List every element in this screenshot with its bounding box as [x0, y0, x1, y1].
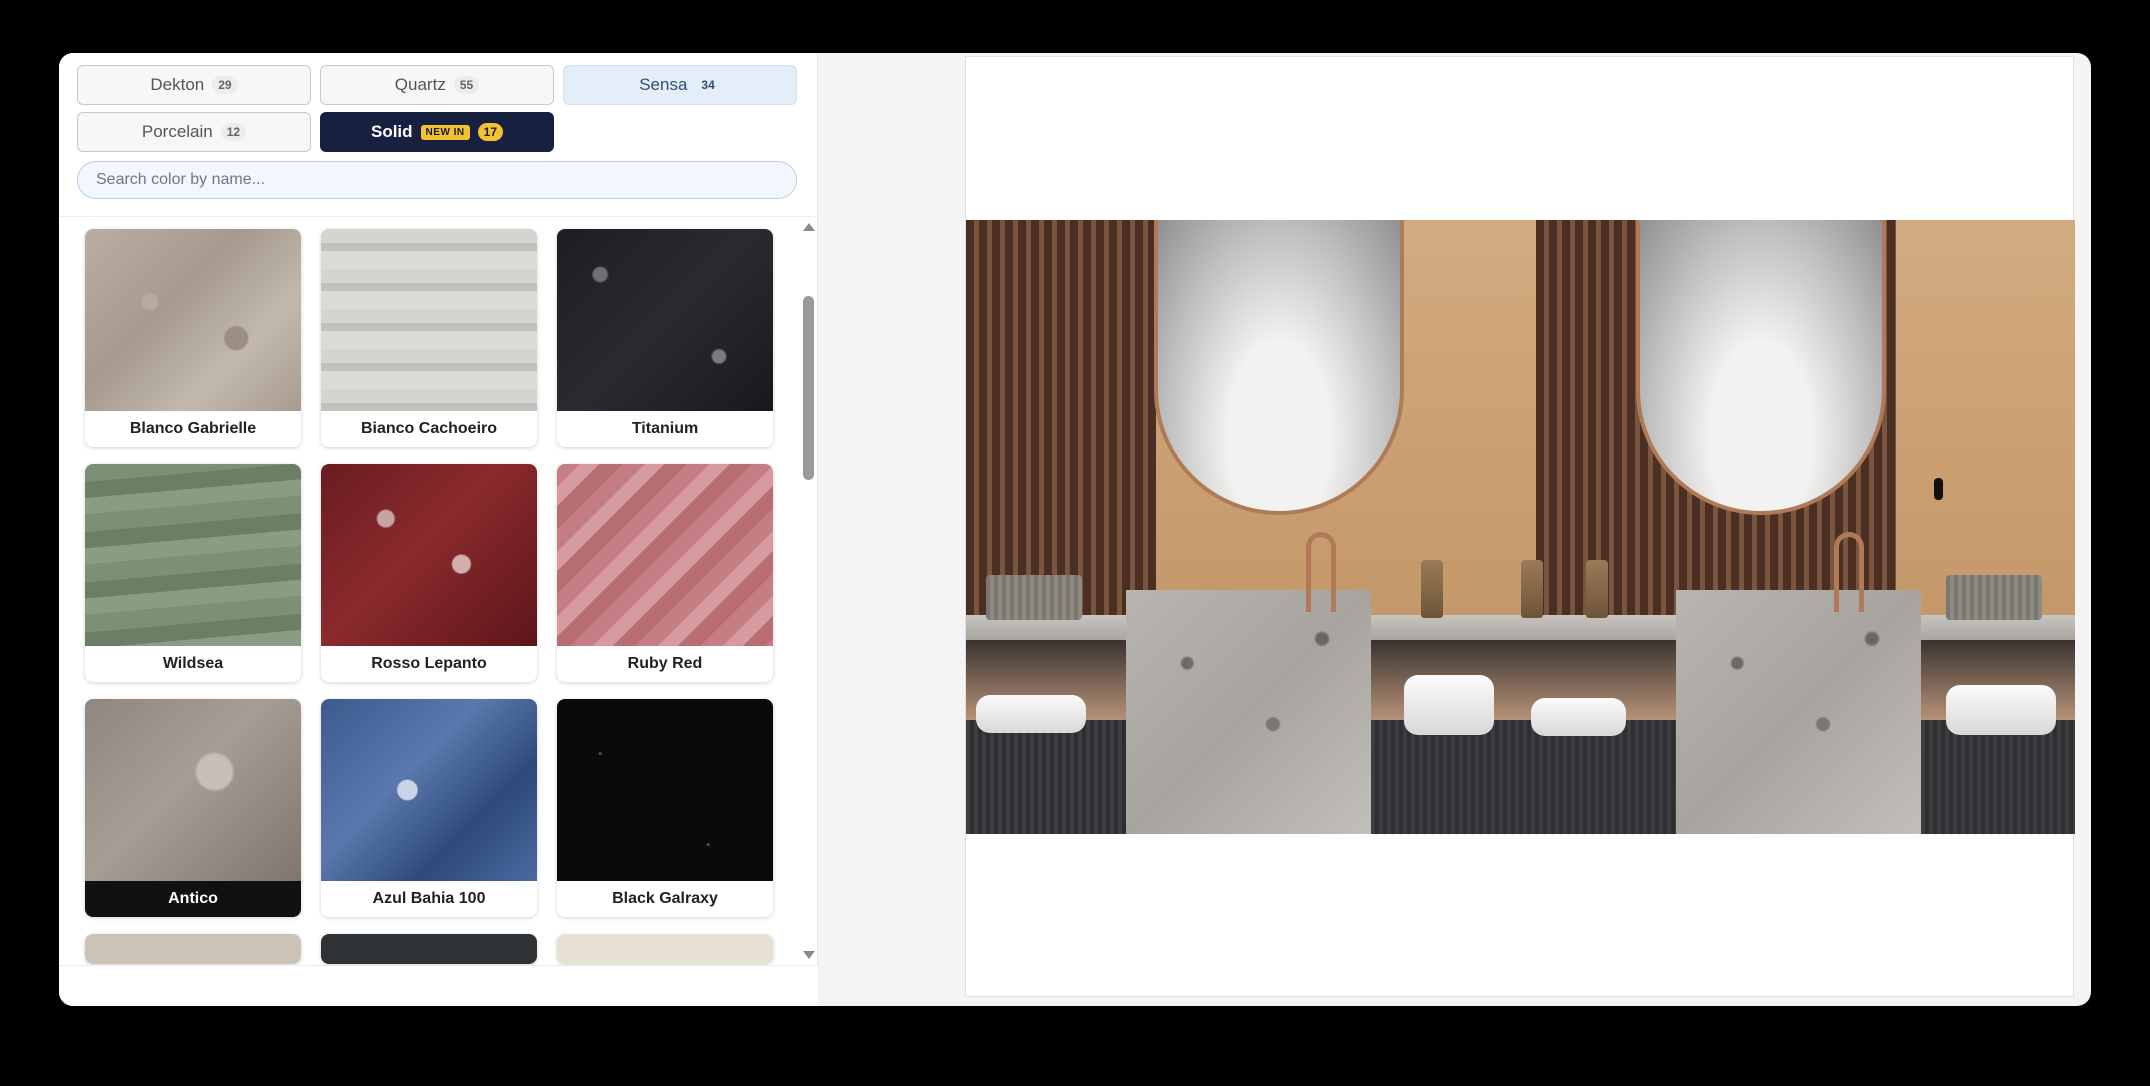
swatch-name: Rosso Lepanto: [371, 655, 487, 672]
diffuser-bottle: [1421, 560, 1443, 618]
tab-label: Porcelain: [141, 122, 213, 141]
soap-bottle: [1521, 560, 1543, 618]
tab-dekton[interactable]: Dekton 29: [77, 65, 311, 105]
swatch-name: Titanium: [631, 420, 699, 437]
material-selector-app: Dekton 29 Quartz 55 Sensa 34 Porcelain 1…: [59, 53, 2091, 1006]
swatch-name: Bianco Cachoeiro: [360, 420, 498, 437]
swatch-image: [85, 229, 301, 411]
swatch-name: Azul Bahia 100: [372, 890, 486, 907]
swatch-card[interactable]: Azul Bahia 100: [321, 699, 537, 917]
oval-mirror: [1636, 220, 1886, 515]
swatch-scrollbar[interactable]: [799, 217, 818, 965]
stone-sink-pedestal: [1676, 590, 1921, 834]
vanity-cabinet: [1921, 640, 2075, 834]
tab-count-badge: 17: [477, 123, 504, 141]
scroll-down-arrow-icon[interactable]: [803, 951, 815, 959]
swatch-name: Ruby Red: [627, 655, 703, 672]
panel-footer: [59, 965, 818, 1006]
folded-towel: [1404, 675, 1494, 735]
swatch-image: [557, 699, 773, 881]
cabinet-ribs: [966, 720, 1126, 834]
swatch-grid: Blanco Gabrielle Bianco Cachoeiro Titani…: [85, 229, 773, 964]
folded-towel: [1531, 698, 1626, 736]
swatch-card[interactable]: [85, 934, 301, 964]
search-color-input[interactable]: [77, 161, 797, 199]
oval-mirror: [1154, 220, 1404, 515]
vanity-cabinet: [1371, 640, 1676, 834]
tab-label: Quartz: [394, 75, 446, 94]
cabinet-ribs: [1371, 720, 1676, 834]
swatch-image: [85, 699, 301, 881]
swatch-image: [321, 464, 537, 646]
swatch-name: Blanco Gabrielle: [129, 420, 257, 437]
color-picker-panel: Dekton 29 Quartz 55 Sensa 34 Porcelain 1…: [59, 53, 818, 1006]
soap-bottle: [1586, 560, 1608, 618]
door-handle: [1934, 478, 1943, 500]
towel-basket: [986, 575, 1082, 620]
swatch-grid-viewport: Blanco Gabrielle Bianco Cachoeiro Titani…: [59, 217, 799, 965]
towel-basket: [1946, 575, 2042, 620]
tab-label: Dekton: [150, 75, 205, 94]
swatch-card[interactable]: [557, 934, 773, 964]
swatch-card[interactable]: Wildsea: [85, 464, 301, 682]
tab-quartz[interactable]: Quartz 55: [320, 65, 554, 105]
tab-label: Solid: [370, 122, 413, 141]
swatch-image: [85, 934, 301, 964]
swatch-name: Black Galraxy: [612, 890, 718, 907]
swatch-image: [557, 934, 773, 964]
swatch-card[interactable]: Titanium: [557, 229, 773, 447]
swatch-image: [321, 699, 537, 881]
scrollbar-thumb[interactable]: [803, 296, 814, 480]
new-in-badge: NEW IN: [420, 124, 470, 140]
tab-count-badge: 29: [212, 76, 238, 94]
swatch-image: [85, 464, 301, 646]
swatch-image: [321, 229, 537, 411]
swatch-card[interactable]: Blanco Gabrielle: [85, 229, 301, 447]
tab-count-badge: 12: [220, 123, 247, 141]
tab-sensa[interactable]: Sensa 34: [563, 65, 797, 105]
cabinet-ribs: [1921, 720, 2075, 834]
room-preview: [965, 56, 2075, 997]
vanity-cabinet: [966, 640, 1126, 834]
faucet: [1834, 532, 1864, 612]
swatch-image: [321, 934, 537, 964]
swatch-name: Antico: [85, 881, 301, 917]
tab-count-badge: 55: [453, 76, 480, 94]
swatch-card[interactable]: Rosso Lepanto: [321, 464, 537, 682]
bathroom-preview-image: [966, 220, 2075, 834]
swatch-card-selected[interactable]: Antico: [85, 699, 301, 917]
folded-towel: [1946, 685, 2056, 735]
tab-solid[interactable]: Solid NEW IN 17: [320, 112, 554, 152]
tab-porcelain[interactable]: Porcelain 12: [77, 112, 311, 152]
stone-sink-pedestal: [1126, 590, 1371, 834]
swatch-card[interactable]: Ruby Red: [557, 464, 773, 682]
swatch-name: Wildsea: [162, 655, 224, 672]
faucet: [1306, 532, 1336, 612]
swatch-card[interactable]: Black Galraxy: [557, 699, 773, 917]
tab-count-badge: 34: [701, 78, 715, 92]
tab-label: Sensa: [639, 75, 688, 94]
swatch-image: [557, 229, 773, 411]
swatch-image: [557, 464, 773, 646]
swatch-card[interactable]: Bianco Cachoeiro: [321, 229, 537, 447]
swatch-card[interactable]: [321, 934, 537, 964]
folded-towel: [976, 695, 1086, 733]
scroll-up-arrow-icon[interactable]: [803, 223, 815, 231]
